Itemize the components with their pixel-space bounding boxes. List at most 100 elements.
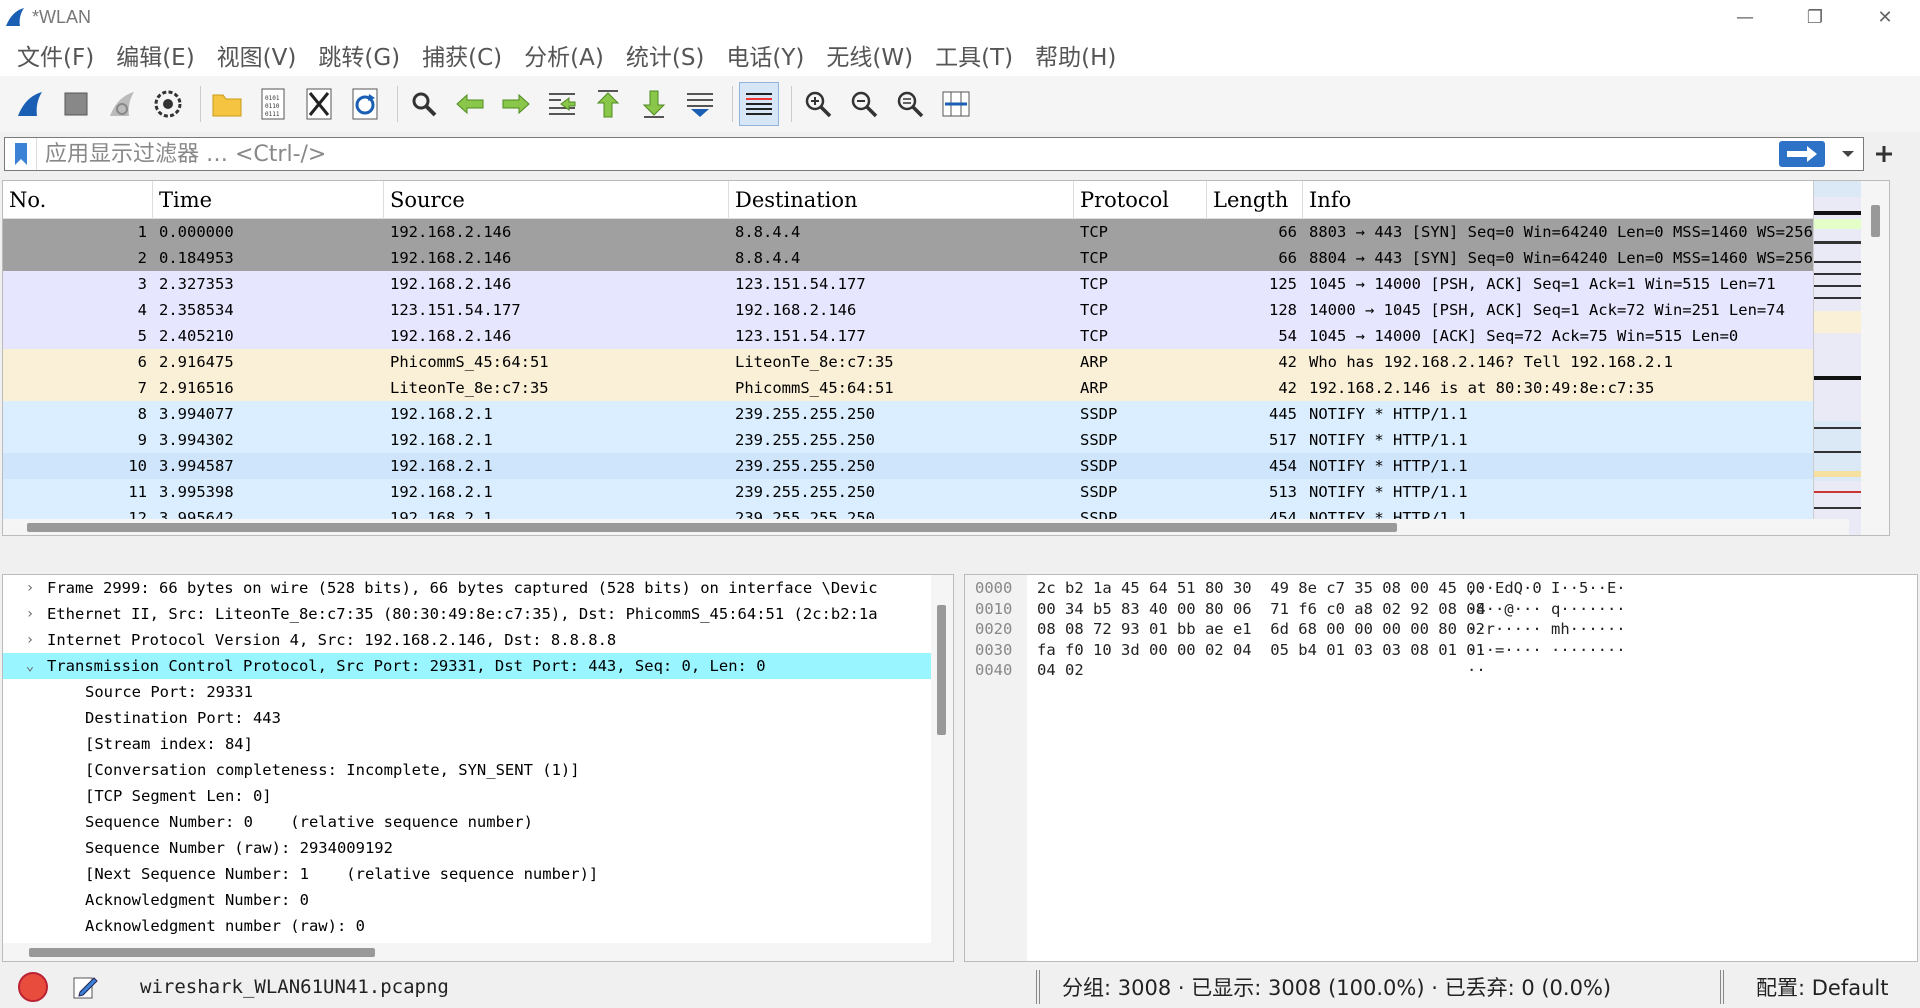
scrollbar-thumb[interactable]	[27, 523, 1397, 532]
reload-file-button[interactable]	[345, 82, 385, 126]
find-packet-button[interactable]	[404, 82, 444, 126]
expert-info-indicator[interactable]	[18, 972, 48, 1002]
detail-tree-row[interactable]: › Frame 2999: 66 bytes on wire (528 bits)…	[3, 575, 953, 601]
byte-ascii[interactable]: ·4··@··· q·······	[1467, 600, 1626, 620]
menu-wireless[interactable]: 无线(W)	[826, 38, 913, 72]
packet-row[interactable]: 3 2.327353 192.168.2.146 123.151.54.177 TCP 1…	[3, 271, 1889, 297]
stop-capture-button[interactable]	[56, 82, 96, 126]
menu-help[interactable]: 帮助(H)	[1035, 38, 1116, 72]
byte-hex[interactable]: 00 34 b5 83 40 00 80 06 71 f6 c0 a8 02 9…	[1037, 600, 1485, 620]
normal-size-button[interactable]	[890, 82, 930, 126]
packet-row[interactable]: 4 2.358534 123.151.54.177 192.168.2.146 TCP 1…	[3, 297, 1889, 323]
byte-ascii[interactable]: ··	[1467, 661, 1486, 681]
menu-go[interactable]: 跳转(G)	[318, 38, 400, 72]
detail-tree-row[interactable]: Sequence Number (raw): 2934009192	[3, 835, 953, 861]
detail-tree-row[interactable]: › Internet Protocol Version 4, Src: 192.1…	[3, 627, 953, 653]
byte-hex[interactable]: 2c b2 1a 45 64 51 80 30 49 8e c7 35 08 0…	[1037, 579, 1485, 599]
chevron-right-icon[interactable]: ›	[13, 632, 47, 648]
apply-filter-button[interactable]	[1779, 141, 1825, 167]
detail-tree-row[interactable]: ⌄ Transmission Control Protocol, Src Port…	[3, 653, 953, 679]
scrollbar-thumb[interactable]	[1871, 205, 1880, 237]
packet-cell-dst: 192.168.2.146	[735, 301, 857, 319]
resize-columns-button[interactable]	[936, 82, 976, 126]
packet-minimap[interactable]	[1813, 181, 1862, 535]
byte-ascii[interactable]: ···=···· ········	[1467, 641, 1626, 661]
detail-tree-row[interactable]: Sequence Number: 0 (relative sequence nu…	[3, 809, 953, 835]
capture-comment-button[interactable]	[70, 972, 100, 1002]
profile-label[interactable]: 配置: Default	[1756, 966, 1888, 1008]
column-header-protocol[interactable]: Protocol	[1074, 181, 1207, 218]
menu-view[interactable]: 视图(V)	[217, 38, 297, 72]
packet-row[interactable]: 2 0.184953 192.168.2.146 8.8.4.4 TCP 66 8804 →…	[3, 245, 1889, 271]
display-filter-input[interactable]	[37, 139, 1779, 169]
byte-ascii[interactable]: ,··EdQ·0 I··5··E·	[1467, 579, 1626, 599]
chevron-right-icon[interactable]: ›	[13, 606, 47, 622]
detail-tree-row[interactable]: › Ethernet II, Src: LiteonTe_8e:c7:35 (80…	[3, 601, 953, 627]
menu-telephony[interactable]: 电话(Y)	[726, 38, 804, 72]
detail-tree-row[interactable]: [Conversation completeness: Incomplete, …	[3, 757, 953, 783]
save-file-button[interactable]: 0101 0110 0111	[253, 82, 293, 126]
detail-tree-row[interactable]: Destination Port: 443	[3, 705, 953, 731]
packet-cell-proto: TCP	[1080, 327, 1108, 345]
minimize-button[interactable]: —	[1710, 0, 1780, 34]
colorize-button[interactable]	[739, 82, 779, 126]
column-header-destination[interactable]: Destination	[729, 181, 1074, 218]
detail-tree-row[interactable]: Acknowledgment number (raw): 0	[3, 913, 953, 939]
go-last-button[interactable]	[634, 82, 674, 126]
open-file-button[interactable]	[207, 82, 247, 126]
details-horizontal-scrollbar[interactable]	[3, 943, 933, 961]
packet-row[interactable]: 8 3.994077 192.168.2.1 239.255.255.250 SSDP 4…	[3, 401, 1889, 427]
restart-capture-button[interactable]	[102, 82, 142, 126]
add-filter-button-plus[interactable]	[1864, 137, 1904, 171]
packet-row[interactable]: 5 2.405210 192.168.2.146 123.151.54.177 TCP 5…	[3, 323, 1889, 349]
detail-tree-row[interactable]: [Stream index: 84]	[3, 731, 953, 757]
maximize-button[interactable]: ❐	[1780, 0, 1850, 34]
packet-row[interactable]: 9 3.994302 192.168.2.1 239.255.255.250 SSDP 5…	[3, 427, 1889, 453]
auto-scroll-button[interactable]	[680, 82, 720, 126]
scrollbar-thumb[interactable]	[937, 605, 946, 735]
edit-pencil-icon	[73, 977, 98, 999]
column-header-info[interactable]: Info	[1303, 181, 1843, 218]
filter-bookmark-button[interactable]	[5, 138, 37, 170]
start-capture-button[interactable]	[10, 82, 50, 126]
menu-tools[interactable]: 工具(T)	[935, 38, 1013, 72]
byte-hex[interactable]: 08 08 72 93 01 bb ae e1 6d 68 00 00 00 0…	[1037, 620, 1485, 640]
zoom-out-button[interactable]	[844, 82, 884, 126]
menu-statistics[interactable]: 统计(S)	[626, 38, 705, 72]
go-back-button[interactable]	[450, 82, 490, 126]
packet-row[interactable]: 7 2.916516 LiteonTe_8e:c7:35 PhicommS_45:64…	[3, 375, 1889, 401]
packet-row[interactable]: 1 0.000000 192.168.2.146 8.8.4.4 TCP 66 8803 →…	[3, 219, 1889, 245]
detail-tree-row[interactable]: [Next Sequence Number: 1 (relative seque…	[3, 861, 953, 887]
packet-row[interactable]: 11 3.995398 192.168.2.1 239.255.255.250 SSDP…	[3, 479, 1889, 505]
column-header-source[interactable]: Source	[384, 181, 729, 218]
go-forward-button[interactable]	[496, 82, 536, 126]
capture-options-button[interactable]	[148, 82, 188, 126]
chevron-down-icon[interactable]: ⌄	[13, 658, 47, 674]
menu-edit[interactable]: 编辑(E)	[116, 38, 194, 72]
filter-history-dropdown[interactable]	[1833, 139, 1863, 169]
chevron-right-icon[interactable]: ›	[13, 580, 47, 596]
byte-hex[interactable]: fa f0 10 3d 00 00 02 04 05 b4 01 03 03 0…	[1037, 641, 1485, 661]
detail-tree-row[interactable]: [TCP Segment Len: 0]	[3, 783, 953, 809]
packet-row[interactable]: 10 3.994587 192.168.2.1 239.255.255.250 SSDP…	[3, 453, 1889, 479]
packet-list-horizontal-scrollbar[interactable]	[3, 519, 1849, 535]
column-header-time[interactable]: Time	[153, 181, 384, 218]
detail-tree-row[interactable]: Acknowledgment Number: 0	[3, 887, 953, 913]
menu-capture[interactable]: 捕获(C)	[422, 38, 502, 72]
byte-hex[interactable]: 04 02	[1037, 661, 1084, 681]
packet-row[interactable]: 6 2.916475 PhicommS_45:64:51 LiteonTe_8e:c7…	[3, 349, 1889, 375]
go-to-packet-button[interactable]	[542, 82, 582, 126]
packet-list-vertical-scrollbar[interactable]	[1861, 181, 1889, 535]
close-button[interactable]: ✕	[1850, 0, 1920, 34]
detail-tree-row[interactable]: Source Port: 29331	[3, 679, 953, 705]
column-header-length[interactable]: Length	[1207, 181, 1303, 218]
byte-ascii[interactable]: ··r····· mh······	[1467, 620, 1626, 640]
column-header-no[interactable]: No.	[3, 181, 153, 218]
menu-analyze[interactable]: 分析(A)	[524, 38, 604, 72]
close-file-button[interactable]	[299, 82, 339, 126]
scrollbar-thumb[interactable]	[29, 948, 375, 957]
menu-file[interactable]: 文件(F)	[17, 38, 94, 72]
zoom-in-button[interactable]	[798, 82, 838, 126]
details-vertical-scrollbar[interactable]	[931, 575, 953, 961]
go-first-button[interactable]	[588, 82, 628, 126]
